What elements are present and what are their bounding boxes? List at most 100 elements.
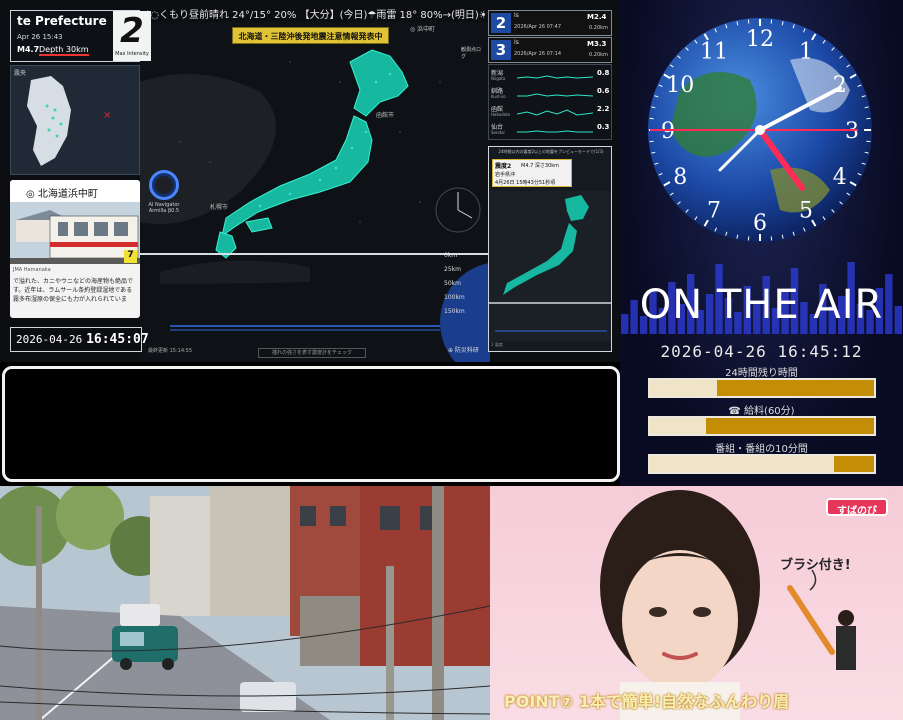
- event-time: 2026/Apr 26 07:47: [514, 24, 562, 30]
- max-intensity-value: 2: [120, 11, 144, 51]
- waveform-line: [517, 130, 593, 133]
- progress-label: ☎ 給料(60分): [728, 406, 795, 417]
- depth-scale-label: 50km: [444, 280, 461, 287]
- caption-box: [2, 366, 620, 482]
- ai-navigator-widget: AI Navigator Armilla β0.5: [146, 170, 182, 218]
- ai-navigator-icon: [149, 170, 179, 200]
- preview-info-card: 震度2 M4.7 深さ30km 岩手県沖 4月26日 15時43分51秒頃: [492, 159, 572, 187]
- brush-label: ブラシ付き!: [780, 558, 851, 573]
- clock-numeral: 7: [707, 199, 721, 224]
- wave-station-roman: Hakodate: [491, 112, 511, 117]
- minimap-graphic: ×: [27, 76, 111, 166]
- svg-text:×: ×: [103, 110, 111, 121]
- progress-bar: [648, 454, 876, 474]
- wave-value: 0.6: [597, 87, 610, 95]
- preview-title: 24時間以内の震度2以上の地震をプレビューモードで(1/3): [498, 149, 604, 154]
- wave-value: 0.8: [597, 69, 610, 77]
- earthquake-monitor-panel: 3)◌くもり昼前晴れ 24°/15° 20% 【大分】(今日)☂雨雷 18° 8…: [0, 0, 620, 362]
- event-time: 2026/Apr 26 07:14: [514, 51, 562, 57]
- station-photo: [10, 202, 140, 264]
- clock-numeral: 3: [845, 119, 859, 144]
- station-info-card: ◎ 北海道浜中町 7 JMA Hamanaka で溢れた、カニやウニなどの海産物…: [10, 180, 140, 318]
- waveform-row: 釧路 Kushiro 0.6: [491, 86, 611, 103]
- current-clock: 16:45:07: [86, 332, 149, 347]
- japan-seismic-map: [140, 22, 490, 362]
- map-city-label: 札幌市: [210, 204, 229, 211]
- station-name: ◎ 北海道浜中町: [10, 180, 140, 202]
- max-intensity-badge: 2 Max Intensity: [113, 11, 151, 61]
- progress-fill: [650, 418, 706, 434]
- depth-scale-label: 100km: [444, 294, 465, 301]
- event-location: Is: [514, 39, 519, 46]
- waveform-row: 仙台 Sendai 0.3: [491, 122, 611, 139]
- current-time-box: 2026-04-26 16:45:07: [10, 327, 149, 352]
- progress-label: 24時間残り時間: [725, 368, 798, 379]
- station-intensity-badge: 7: [124, 250, 137, 263]
- on-air-clock-panel: 12 1 2 3 4 5 6 7 8 9 10 11 ON THE AIR 2026-04-26 16…: [620, 0, 903, 486]
- recent-event-row[interactable]: 3 Is 2026/Apr 26 07:14 M3.3 0.20km: [488, 37, 612, 63]
- event-location: Is: [514, 12, 519, 19]
- progress-fill: [650, 380, 718, 396]
- wave-value: 0.3: [597, 123, 610, 131]
- clock-numeral: 12: [746, 27, 774, 52]
- earth-clock: 12 12 3 45 6 78 9 1011: [648, 18, 872, 242]
- waveform-line: [517, 109, 593, 116]
- clock-numeral: 11: [700, 39, 728, 64]
- event-intensity: 2: [491, 13, 511, 33]
- recent-event-row[interactable]: 2 Is 2026/Apr 26 07:47 M2.4 0.20km: [488, 10, 612, 36]
- waveform-line: [517, 75, 593, 79]
- station-romaji: JMA Hamanaka: [13, 267, 51, 273]
- train-illustration: [10, 202, 140, 264]
- depth-scale-label: 25km: [444, 266, 461, 273]
- wave-value: 2.2: [597, 105, 610, 113]
- clock-numeral: 5: [799, 199, 813, 224]
- preview-area: 岩手県沖: [495, 172, 516, 178]
- wave-station-roman: Niigata: [491, 76, 506, 81]
- clock-numeral: 1: [799, 39, 813, 64]
- ai-navigator-version: Armilla β0.5: [148, 208, 180, 214]
- waveform-row: 函館 Hakodate 2.2: [491, 104, 611, 121]
- event-intensity: 3: [491, 40, 511, 60]
- preview-magnitude: M4.7 深さ30km: [521, 163, 559, 169]
- preview-map: [489, 191, 611, 341]
- waveform-row: 新潟 Niigata 0.8: [491, 68, 611, 85]
- preview-footer: 2 震度: [491, 342, 503, 347]
- event-depth: 0.20km: [589, 25, 608, 31]
- map-legend-label: 観測点ログ: [461, 47, 482, 60]
- depth-scale-label: 150km: [444, 308, 465, 315]
- event-magnitude: M3.3: [587, 40, 607, 48]
- clock-numeral: 9: [661, 119, 675, 144]
- quake-date: Apr 26 15:43: [17, 33, 63, 41]
- map-city-label: 函館市: [376, 112, 395, 119]
- clock-numeral: 6: [753, 211, 767, 236]
- map-updated-time: 最終更新 15:14:55: [148, 348, 193, 354]
- progress-fill: [650, 456, 834, 472]
- on-air-title: ON THE AIR: [639, 282, 884, 328]
- commercial-feed: すばのび ブラシ付き! POINT⑦ 1本で簡単!自然なふんわり眉: [490, 486, 903, 720]
- quake-magnitude: M4.7: [17, 45, 40, 54]
- point-caption: POINT⑦ 1本で簡単!自然なふんわり眉: [504, 692, 790, 711]
- wave-station-roman: Kushiro: [491, 94, 506, 99]
- quake-preview-panel: 24時間以内の震度2以上の地震をプレビューモードで(1/3) 震度2 M4.7 …: [488, 146, 612, 352]
- clock-numeral: 10: [666, 73, 694, 98]
- clock-datetime: 2026-04-26 16:45:12: [660, 342, 863, 361]
- prefecture-title: te Prefecture: [17, 14, 107, 28]
- prefecture-summary: te Prefecture Apr 26 15:43 M4.7 Depth 30…: [10, 10, 151, 62]
- map-location-label: ◎ 浜中町: [410, 26, 436, 33]
- epicenter-minimap: 震央 ×: [10, 65, 140, 175]
- event-magnitude: M2.4: [587, 13, 607, 21]
- live-camera-feed: [0, 486, 490, 720]
- current-date: 2026-04-26: [16, 333, 83, 346]
- waveform-panel: 新潟 Niigata 0.8 釧路 Kushiro 0.6 函館 Hakodat…: [488, 64, 612, 140]
- clock-center: [755, 125, 765, 135]
- progress-bar: [648, 416, 876, 436]
- clock-numeral: 4: [833, 165, 847, 190]
- clock-numeral: 8: [673, 165, 687, 190]
- clock-numeral: 2: [833, 73, 847, 98]
- progress-bar: [648, 378, 876, 398]
- wave-station-roman: Sendai: [491, 130, 505, 135]
- depth-scale: 0km 25km 50km 100km 150km: [444, 252, 484, 332]
- weather-ticker: 3)◌くもり昼前晴れ 24°/15° 20% 【大分】(今日)☂雨雷 18° 8…: [140, 10, 485, 21]
- alert-banner: 北海道・三陸沖後発地震注意情報発表中: [232, 27, 389, 44]
- nied-logo: ⊕ 防災科研: [448, 347, 479, 354]
